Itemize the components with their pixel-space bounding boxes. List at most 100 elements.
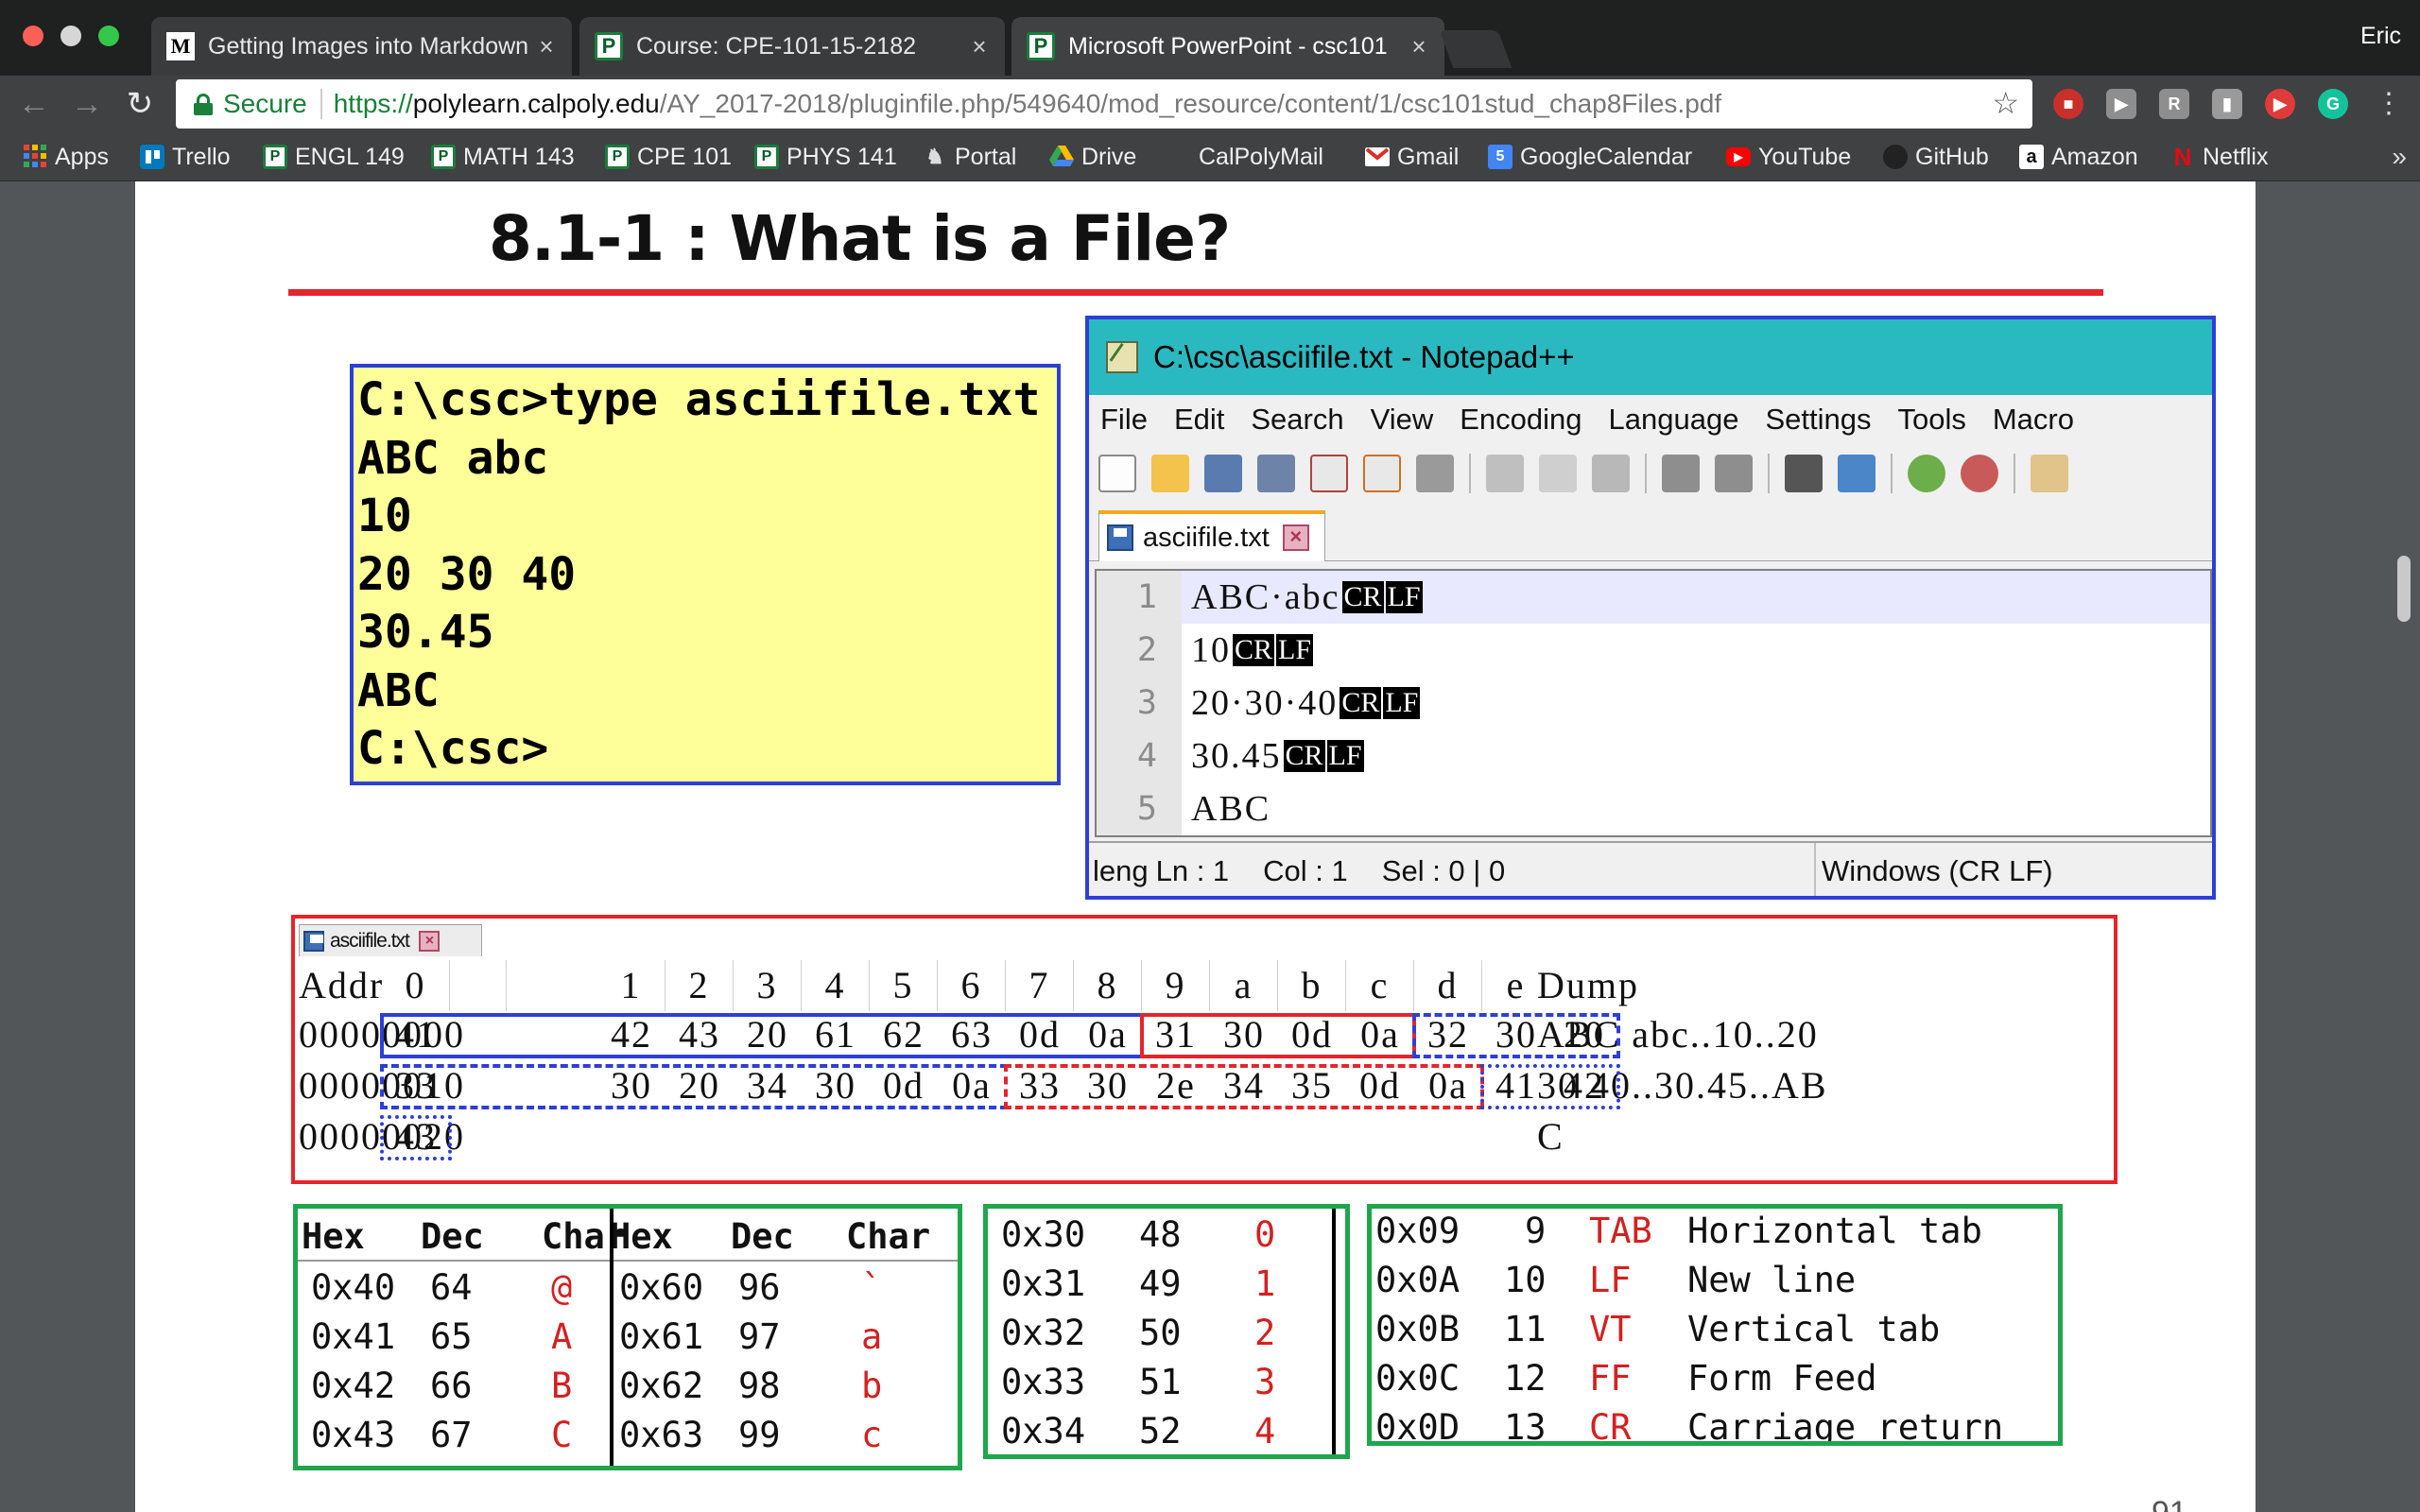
scrollbar-thumb[interactable] <box>2397 556 2411 622</box>
tab-course[interactable]: P Course: CPE-101-15-2182 × <box>579 17 1005 76</box>
ascii-cell: 0x34 <box>1001 1411 1086 1452</box>
bookmark-portal[interactable]: ♞ Portal <box>923 140 1016 174</box>
lock-icon <box>193 94 214 115</box>
ascii-cell: LF <box>1589 1260 1632 1300</box>
bookmark-math-143[interactable]: P MATH 143 <box>431 140 575 174</box>
tab-powerpoint[interactable]: P Microsoft PowerPoint - csc101 × <box>1011 17 1444 76</box>
bookmark-star-icon[interactable]: ☆ <box>1992 85 2019 121</box>
close-tab-icon[interactable]: × <box>1405 32 1433 61</box>
npp-menu-language: Language <box>1608 403 1739 436</box>
hex-byte-group-highlight <box>380 1115 452 1160</box>
secure-label: Secure <box>223 89 322 119</box>
bookmark-youtube[interactable]: ▶ YouTube <box>1726 140 1851 174</box>
bookmark-label: Drive <box>1081 143 1137 170</box>
profile-name[interactable]: Eric <box>2360 23 2401 50</box>
ascii-cell: CR <box>1589 1407 1632 1446</box>
hex-tab-label: asciifile.txt <box>330 929 410 952</box>
record-extension-icon[interactable]: ▶ <box>2265 89 2295 119</box>
zoom-out-icon <box>1961 455 1998 492</box>
bookmark-gmail[interactable]: Gmail <box>1365 140 1459 174</box>
new-tab-button[interactable] <box>1439 30 1512 68</box>
ascii-cell: 1 <box>1254 1263 1276 1304</box>
grammarly-icon[interactable]: G <box>2318 89 2348 119</box>
ascii-row: 0x42 66 B 0x62 98 b <box>298 1362 958 1411</box>
bookmark-drive[interactable]: Drive <box>1049 140 1136 174</box>
ascii-cell: 13 <box>1504 1407 1547 1446</box>
bookmark-engl-149[interactable]: P ENGL 149 <box>263 140 405 174</box>
notepad-plus-plus-screenshot: C:\csc\asciifile.txt - Notepad++ File Ed… <box>1085 316 2216 900</box>
close-tab-icon[interactable]: × <box>532 32 561 61</box>
bookmark-cpe-101[interactable]: P CPE 101 <box>605 140 732 174</box>
ascii-cell: New line <box>1687 1260 1857 1300</box>
bookmark-netflix[interactable]: N Netflix <box>2170 140 2269 174</box>
undo-icon <box>1662 455 1700 492</box>
saved-file-icon <box>1107 524 1133 551</box>
ascii-cell: 0x09 <box>1375 1211 1461 1251</box>
notepad-app-icon <box>1106 341 1138 373</box>
ascii-cell: c <box>861 1415 883 1455</box>
hex-byte-group-highlight <box>1140 1013 1416 1058</box>
ascii-row: 0x40 64 @0x60 96 ` <box>298 1263 958 1313</box>
address-bar[interactable]: Secure https:// polylearn.calpoly.edu /A… <box>176 79 2032 129</box>
bookmark-googlecalendar[interactable]: 5 GoogleCalendar <box>1488 140 1692 174</box>
ascii-cell: 98 <box>738 1366 781 1406</box>
trello-icon <box>140 145 164 169</box>
console-line: ABC abc <box>357 431 549 485</box>
ascii-cell: 52 <box>1139 1411 1182 1452</box>
close-window-button[interactable] <box>23 26 43 46</box>
reload-button[interactable]: ↻ <box>119 83 161 125</box>
forward-button[interactable]: → <box>66 83 108 125</box>
ascii-cell: 9 <box>1525 1211 1547 1251</box>
extension-icon[interactable]: R <box>2159 89 2189 119</box>
line-text: 20·30·40 <box>1191 683 1339 723</box>
pdf-viewer[interactable]: 8.1-1 : What is a File? C:\csc>type asci… <box>0 181 2420 1512</box>
bookmark-label: Portal <box>955 143 1017 170</box>
tab-title: Getting Images into Markdown <box>208 32 529 60</box>
tab-getting-images[interactable]: M Getting Images into Markdown × <box>151 17 572 76</box>
npp-menu-encoding: Encoding <box>1460 403 1582 436</box>
bookmark-github[interactable]: GitHub <box>1883 140 1989 174</box>
ascii-cell: 0x0D <box>1375 1407 1461 1446</box>
replace-icon <box>1838 455 1876 492</box>
zoom-window-button[interactable] <box>98 26 119 46</box>
browser-menu-icon[interactable]: ⋮ <box>2375 85 2403 123</box>
ascii-cell: TAB <box>1589 1211 1652 1251</box>
minimize-window-button[interactable] <box>60 26 81 46</box>
bookmark-calpolymail[interactable]: CalPolyMail <box>1167 140 1323 174</box>
video-extension-icon[interactable]: ▶ <box>2106 89 2136 119</box>
status-sel: Sel : 0 | 0 <box>1381 854 1506 887</box>
close-tab-icon[interactable]: × <box>965 32 994 61</box>
url-host: polylearn.calpoly.edu <box>412 89 660 118</box>
ascii-cell: 2 <box>1254 1313 1276 1353</box>
copy-icon <box>1539 455 1577 492</box>
close-tab-icon: × <box>418 930 440 952</box>
bookmark-phys-141[interactable]: P PHYS 141 <box>754 140 897 174</box>
ascii-cell: 0x33 <box>1001 1362 1086 1402</box>
line-text: 30.45 <box>1191 736 1282 776</box>
ascii-row: 0x41 65 A 0x61 97 a <box>298 1313 958 1362</box>
bookmarks-overflow-icon[interactable]: » <box>2392 142 2407 172</box>
redo-icon <box>1715 455 1753 492</box>
ascii-row: 0x09 9 TAB Horizontal tab <box>1372 1209 2058 1256</box>
ascii-cell: FF <box>1589 1358 1632 1399</box>
bookmark-trello[interactable]: Trello <box>140 140 231 174</box>
polylearn-icon: P <box>1027 32 1055 60</box>
bookmark-amazon[interactable]: a Amazon <box>2019 140 2138 174</box>
back-button[interactable]: ← <box>13 83 55 125</box>
slide-title: 8.1-1 : What is a File? <box>489 202 1231 275</box>
bookmark-apps[interactable]: Apps <box>23 140 109 174</box>
line-number: 4 <box>1097 730 1182 782</box>
npp-menubar: File Edit Search View Encoding Language … <box>1089 395 2212 444</box>
cr-marker: CR <box>1283 740 1325 772</box>
hex-header-column: d <box>1414 960 1482 1011</box>
ublock-icon[interactable]: ■ <box>2053 89 2083 119</box>
close-file-icon <box>1310 455 1348 492</box>
ascii-row: 0x34 52 4 <box>988 1407 1345 1454</box>
toolbar-separator <box>2014 454 2015 493</box>
bookmark-label: GoogleCalendar <box>1520 143 1693 170</box>
ascii-cell: 0x0B <box>1375 1309 1461 1349</box>
ascii-cell: 0x63 <box>619 1415 704 1455</box>
ascii-cell: 66 <box>430 1366 473 1406</box>
editor-line: 3 20·30·40 CR LF <box>1097 677 2210 730</box>
notes-extension-icon[interactable]: ▮ <box>2212 89 2242 119</box>
